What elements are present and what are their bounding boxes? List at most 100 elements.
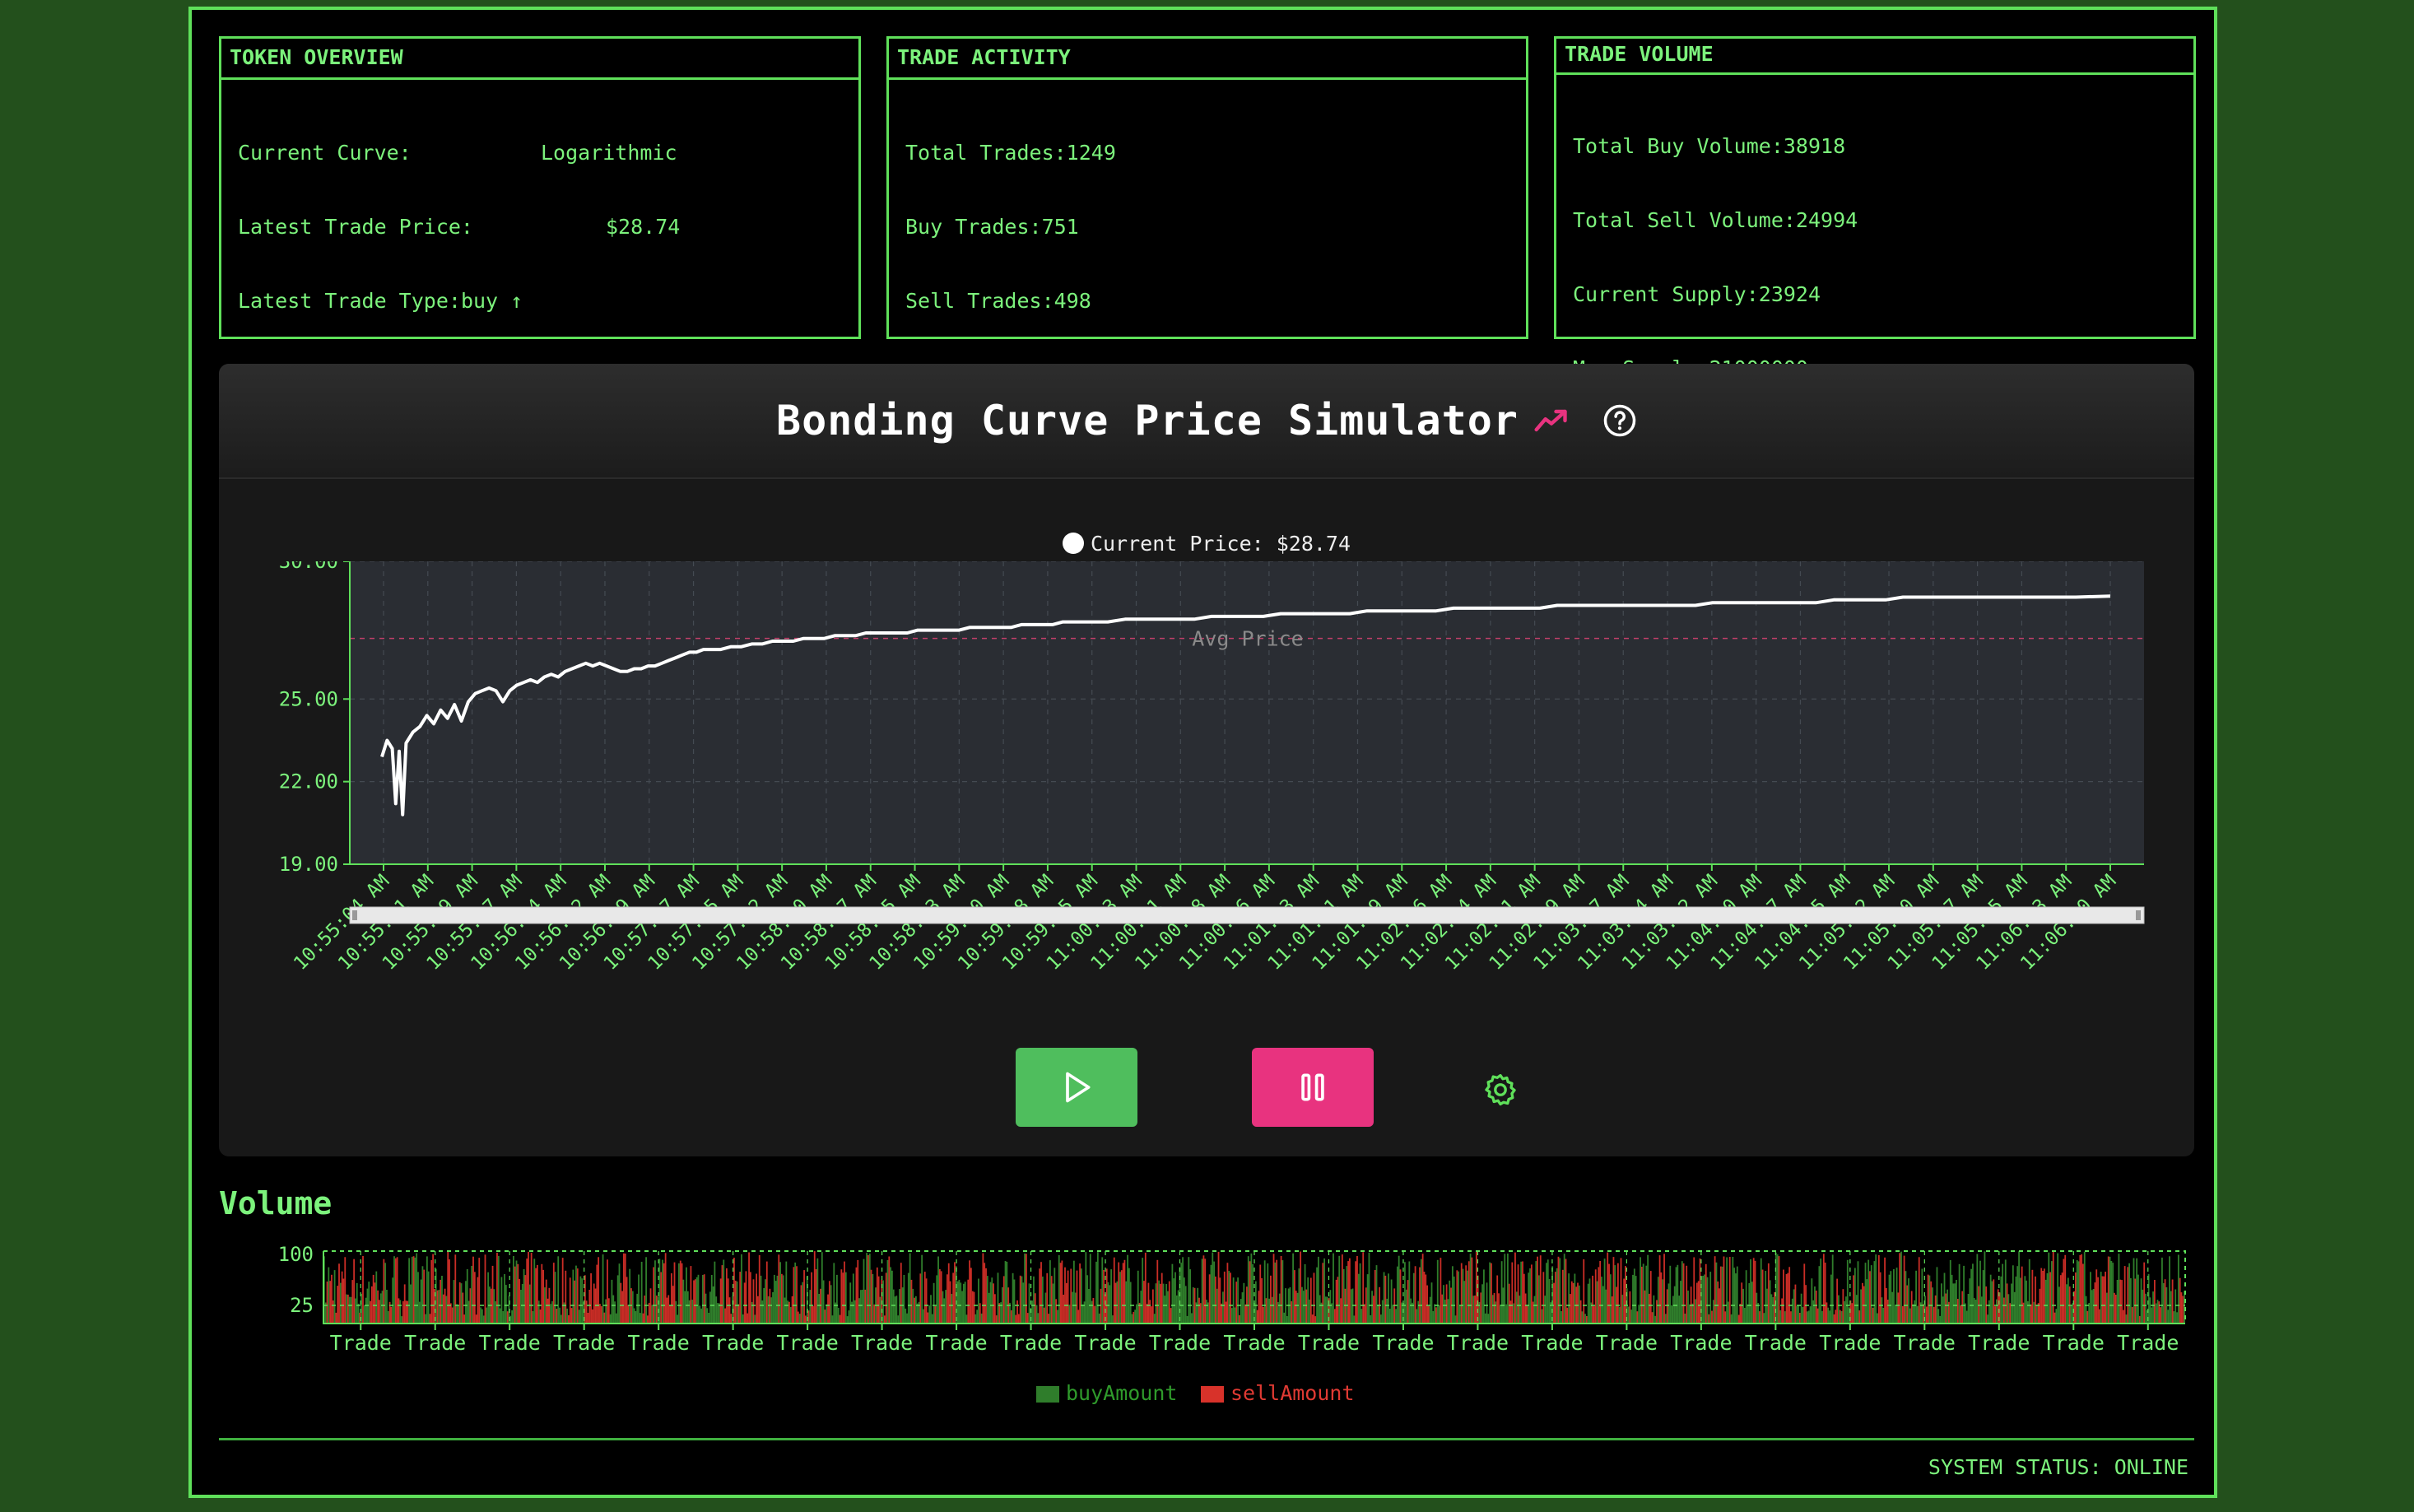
buy-bar	[427, 1271, 430, 1324]
buy-bar	[1136, 1304, 1137, 1324]
sell-bar	[1640, 1267, 1643, 1324]
buy-bar	[609, 1314, 612, 1324]
buy-bar	[767, 1296, 770, 1324]
buy-bar	[502, 1311, 505, 1324]
buy-bar	[2162, 1283, 2165, 1324]
sell-bar	[2082, 1263, 2084, 1324]
buy-bar	[2033, 1301, 2035, 1324]
sell-bar	[1425, 1274, 1427, 1324]
buy-bar	[384, 1263, 387, 1324]
sell-bar	[1043, 1307, 1045, 1324]
buy-bar	[1609, 1274, 1612, 1324]
sell-bar	[1759, 1311, 1760, 1324]
buy-bar	[1037, 1313, 1040, 1324]
sell-bar	[1899, 1253, 1901, 1324]
sell-bar	[1790, 1311, 1792, 1324]
buy-bar	[1131, 1314, 1133, 1324]
sell-bar	[326, 1282, 328, 1324]
sell-bar	[1910, 1291, 1913, 1324]
buy-bar	[481, 1309, 483, 1324]
sell-bar	[1553, 1282, 1555, 1324]
buy-bar	[1041, 1276, 1044, 1324]
sell-bar	[1607, 1252, 1609, 1324]
buy-bar	[537, 1300, 540, 1324]
buy-bar	[991, 1277, 993, 1324]
buy-bar	[1388, 1273, 1389, 1324]
buy-bar	[1614, 1265, 1616, 1324]
sell-bar	[1249, 1261, 1251, 1324]
sell-bar	[1833, 1314, 1835, 1324]
sell-bar	[590, 1273, 592, 1324]
sell-bar	[694, 1279, 696, 1324]
buy-bar	[1316, 1267, 1318, 1324]
sell-bar	[1040, 1262, 1042, 1324]
sell-bar	[673, 1262, 676, 1324]
sell-bar	[1629, 1291, 1631, 1324]
sell-bar	[430, 1260, 433, 1324]
sell-bar	[1787, 1272, 1789, 1324]
zoom-scrollbar[interactable]	[349, 906, 2145, 924]
sell-bar	[2123, 1266, 2126, 1324]
buy-bar	[1033, 1276, 1035, 1324]
pause-button[interactable]	[1252, 1048, 1374, 1127]
buy-bar	[699, 1305, 701, 1324]
sell-bar	[1333, 1309, 1336, 1324]
buy-bar	[903, 1275, 905, 1324]
sell-bar	[1048, 1314, 1049, 1324]
sell-bar	[1717, 1281, 1719, 1324]
sell-bar	[1933, 1306, 1935, 1324]
buy-bar	[2016, 1266, 2019, 1324]
sell-bar	[733, 1258, 735, 1324]
buy-bar	[640, 1262, 643, 1324]
latest-type-label: Latest Trade Type:	[238, 289, 461, 313]
sell-bar	[1322, 1263, 1324, 1324]
help-circle-icon[interactable]	[1602, 403, 1637, 438]
sell-bar	[1623, 1278, 1626, 1324]
gear-icon[interactable]	[1482, 1072, 1519, 1108]
sell-bar	[780, 1273, 783, 1324]
sell-bar	[721, 1265, 723, 1324]
buy-bar	[1635, 1276, 1637, 1324]
buy-bar	[1915, 1270, 1918, 1324]
sell-bar	[1570, 1281, 1573, 1324]
sell-bar	[552, 1263, 555, 1324]
buy-bar	[1326, 1296, 1328, 1324]
buy-bar	[1165, 1284, 1168, 1324]
buy-bar	[1728, 1301, 1729, 1324]
sell-bar	[1372, 1296, 1374, 1324]
buy-bar	[1174, 1272, 1176, 1324]
sell-bar	[679, 1260, 681, 1324]
buy-bar	[1748, 1283, 1751, 1324]
buy-bar	[1049, 1260, 1051, 1324]
buy-bar	[1678, 1296, 1681, 1324]
buy-bar	[962, 1283, 965, 1324]
buy-bar	[1831, 1254, 1834, 1324]
buy-bar	[708, 1313, 710, 1324]
buy-bar	[1709, 1272, 1712, 1324]
buy-bar	[1222, 1291, 1224, 1324]
buy-bar	[2000, 1276, 2002, 1324]
buy-bar	[2177, 1254, 2179, 1324]
buy-bar	[1081, 1304, 1084, 1324]
buy-bar	[1171, 1263, 1174, 1324]
sell-bar	[737, 1304, 740, 1324]
buy-bar	[1882, 1308, 1885, 1324]
sell-bar	[655, 1296, 658, 1324]
sell-bar	[730, 1314, 733, 1324]
buy-bar	[2051, 1261, 2053, 1324]
sell-bar	[1065, 1282, 1067, 1324]
volume-legend[interactable]: buyAmount sellAmount	[1036, 1381, 1355, 1405]
play-button[interactable]	[1016, 1048, 1137, 1127]
buy-bar	[1936, 1267, 1938, 1324]
sell-bar	[432, 1254, 435, 1324]
volume-x-tick-label: Trade	[1447, 1331, 1509, 1355]
buy-bar	[1319, 1295, 1321, 1324]
chart-legend[interactable]: Current Price: $28.74	[219, 532, 2194, 556]
buy-bar	[1827, 1307, 1830, 1324]
sell-bar	[591, 1309, 593, 1324]
buy-bar	[2129, 1278, 2132, 1324]
buy-bar	[2091, 1290, 2093, 1324]
buy-bar	[1388, 1309, 1391, 1324]
sell-bar	[1566, 1307, 1569, 1324]
sell-bar	[1554, 1272, 1556, 1324]
